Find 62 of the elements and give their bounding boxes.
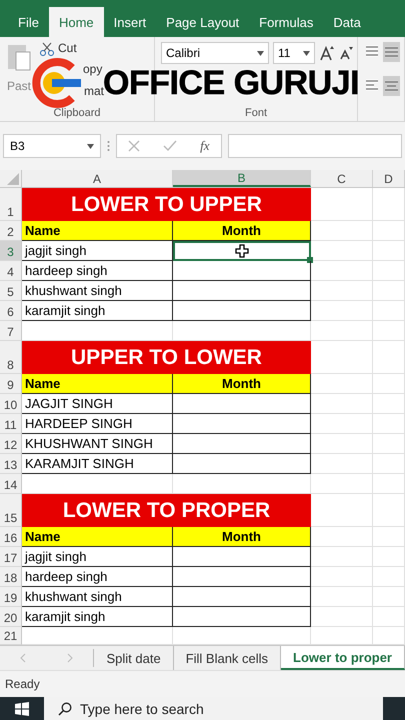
clipboard-group-label: Clipboard xyxy=(52,107,102,119)
table-cell: JAGJIT SINGH xyxy=(22,394,173,414)
taskbar-search-field[interactable]: Type here to search xyxy=(44,697,383,720)
table-cell: HARDEEP SINGH xyxy=(22,414,173,434)
header-cell: Month xyxy=(173,374,311,394)
table-cell: jagjit singh xyxy=(22,547,173,567)
table-cell: KARAMJIT SINGH xyxy=(22,454,173,474)
row-number[interactable]: 9 xyxy=(0,374,22,394)
menu-tab[interactable]: Home xyxy=(48,7,104,37)
font-size-field[interactable]: 11 xyxy=(273,42,315,64)
logo-text: OFFICE GURUJI xyxy=(103,65,360,101)
row-number[interactable]: 20 xyxy=(0,607,22,627)
table-cell: KHUSHWANT SINGH xyxy=(22,434,173,454)
copy-button[interactable]: opy xyxy=(83,62,104,76)
table-cell: hardeep singh xyxy=(22,567,173,587)
row-number[interactable]: 11 xyxy=(0,414,22,434)
name-box[interactable]: B3 xyxy=(3,134,101,158)
row-number[interactable]: 3 xyxy=(0,241,22,261)
row-number[interactable]: 19 xyxy=(0,587,22,607)
row-number[interactable]: 15 xyxy=(0,494,22,527)
section-title: UPPER TO LOWER xyxy=(22,341,311,374)
row-number[interactable]: 17 xyxy=(0,547,22,567)
table-cell: hardeep singh xyxy=(22,261,173,281)
insert-function-button[interactable]: fx xyxy=(200,138,210,154)
header-cell: Name xyxy=(22,374,173,394)
menu-tab[interactable]: Page Layout xyxy=(156,7,250,37)
row-number[interactable]: 21 xyxy=(0,627,22,645)
sheet-tab[interactable]: Lower to proper xyxy=(281,646,405,670)
row-number[interactable]: 18 xyxy=(0,567,22,587)
table-cell: khushwant singh xyxy=(22,587,173,607)
menu-tab[interactable]: Formulas xyxy=(249,7,324,37)
row-number[interactable]: 16 xyxy=(0,527,22,547)
section-title: LOWER TO UPPER xyxy=(22,188,311,221)
row-number[interactable]: 14 xyxy=(0,474,22,494)
header-cell: Name xyxy=(22,221,173,241)
format-painter-button[interactable]: mat xyxy=(84,84,104,98)
row-number[interactable]: 12 xyxy=(0,434,22,454)
row-number[interactable]: 10 xyxy=(0,394,22,414)
table-cell: karamjit singh xyxy=(22,301,173,321)
table-cell: jagjit singh xyxy=(22,241,173,261)
status-text: Ready xyxy=(0,670,405,697)
row-number[interactable]: 2 xyxy=(0,221,22,241)
cut-button[interactable]: Cut xyxy=(40,41,104,56)
section-title: LOWER TO PROPER xyxy=(22,494,311,527)
font-name-field[interactable]: Calibri xyxy=(161,42,269,64)
row-number[interactable]: 4 xyxy=(0,261,22,281)
font-group-label: Font xyxy=(244,107,268,119)
menu-tab[interactable]: Insert xyxy=(104,7,156,37)
menu-tab[interactable]: File xyxy=(8,7,49,37)
table-cell: khushwant singh xyxy=(22,281,173,301)
row-number[interactable]: 6 xyxy=(0,301,22,321)
header-cell: Month xyxy=(173,527,311,547)
row-number[interactable]: 7 xyxy=(0,321,22,341)
row-number[interactable]: 8 xyxy=(0,341,22,374)
row-number[interactable]: 1 xyxy=(0,188,22,221)
row-number[interactable]: 5 xyxy=(0,281,22,301)
table-cell: karamjit singh xyxy=(22,607,173,627)
header-cell: Name xyxy=(22,527,173,547)
menu-tab[interactable]: Data xyxy=(323,7,371,37)
row-number[interactable]: 13 xyxy=(0,454,22,474)
header-cell: Month xyxy=(173,221,311,241)
column-header[interactable]: B xyxy=(173,170,311,187)
